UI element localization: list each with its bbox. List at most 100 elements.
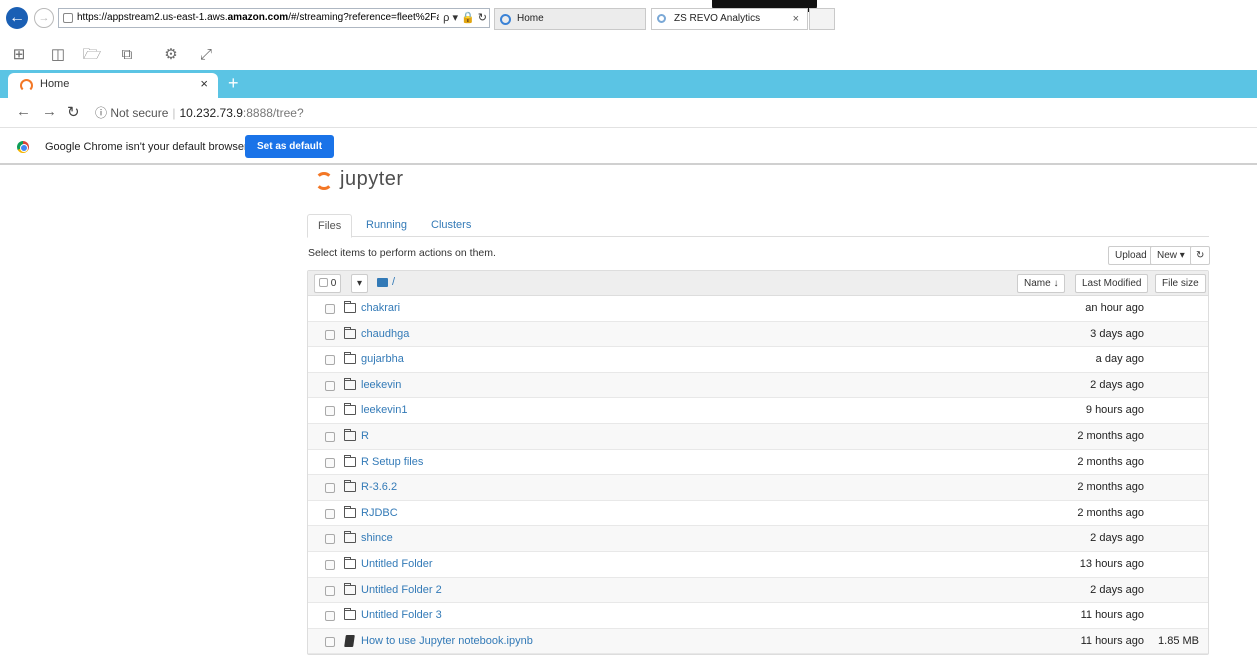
- sort-last-modified-button[interactable]: Last Modified: [1075, 274, 1149, 293]
- forward-arrow-icon[interactable]: →: [42, 103, 57, 120]
- not-secure-label: Not secure: [110, 106, 169, 120]
- row-checkbox[interactable]: [325, 636, 335, 647]
- reload-icon[interactable]: ↻: [67, 103, 80, 121]
- ie-logo-icon: [500, 14, 511, 25]
- windows-icon[interactable]: ◫: [47, 44, 69, 66]
- item-name-link[interactable]: chaudhga: [361, 328, 409, 340]
- table-row[interactable]: leekevin1 9 hours ago: [308, 398, 1208, 424]
- tab-files[interactable]: Files: [307, 214, 353, 238]
- table-row[interactable]: gujarbha a day ago: [308, 347, 1208, 373]
- item-last-modified: 2 days ago: [1090, 378, 1144, 391]
- ie-tab-label: Home: [517, 13, 544, 24]
- sort-file-size-button[interactable]: File size: [1155, 274, 1206, 293]
- upload-button[interactable]: Upload: [1108, 246, 1154, 265]
- table-row[interactable]: Untitled Folder 13 hours ago: [308, 552, 1208, 578]
- item-last-modified: 3 days ago: [1090, 327, 1144, 340]
- default-browser-infobar: Google Chrome isn't your default browser…: [0, 128, 1257, 165]
- back-arrow-icon[interactable]: ←: [6, 7, 28, 29]
- row-checkbox[interactable]: [325, 611, 335, 622]
- row-checkbox[interactable]: [325, 304, 335, 314]
- row-checkbox[interactable]: [325, 329, 335, 340]
- table-row[interactable]: Untitled Folder 3 11 hours ago: [308, 603, 1208, 629]
- table-row[interactable]: chaudhga 3 days ago: [308, 321, 1208, 348]
- item-name-link[interactable]: RJDBC: [361, 507, 398, 519]
- separator: |: [172, 106, 176, 120]
- item-last-modified: a day ago: [1095, 353, 1144, 366]
- set-default-button[interactable]: Set as default: [245, 135, 335, 158]
- fullscreen-icon[interactable]: ⤢: [195, 44, 217, 66]
- page-icon: [63, 13, 73, 23]
- folder-icon[interactable]: 🗁: [81, 44, 103, 66]
- folder-icon: [344, 556, 356, 569]
- close-icon[interactable]: ×: [200, 76, 208, 91]
- breadcrumb-root[interactable]: /: [392, 276, 395, 288]
- select-all-checkbox[interactable]: 0: [314, 274, 342, 293]
- tab-running[interactable]: Running: [356, 214, 417, 237]
- apps-grid-icon[interactable]: ⊞: [8, 44, 30, 66]
- item-name-link[interactable]: chakrari: [361, 302, 400, 314]
- item-name-link[interactable]: R-3.6.2: [361, 481, 397, 493]
- new-dropdown-button[interactable]: New ▾: [1150, 246, 1192, 265]
- omnibox[interactable]: ⓘ Not secure | 10.232.73.9:8888/tree?: [95, 104, 304, 121]
- folder-solid-icon[interactable]: [377, 278, 388, 287]
- row-checkbox[interactable]: [325, 457, 335, 468]
- item-name-link[interactable]: R Setup files: [361, 456, 423, 468]
- item-name-link[interactable]: shince: [361, 532, 393, 544]
- ie-new-tab-button[interactable]: [809, 8, 835, 30]
- selection-dropdown-button[interactable]: ▾: [351, 274, 369, 293]
- row-checkbox[interactable]: [325, 483, 335, 494]
- item-last-modified: 9 hours ago: [1085, 404, 1144, 417]
- item-name-link[interactable]: leekevin: [361, 379, 401, 391]
- back-arrow-icon[interactable]: ←: [16, 103, 31, 120]
- chrome-tab-strip: Home × +: [0, 70, 1257, 98]
- url-path: :8888/tree?: [242, 106, 304, 120]
- sort-name-button[interactable]: Name ↓: [1017, 274, 1066, 293]
- row-checkbox[interactable]: [325, 380, 335, 391]
- item-name-link[interactable]: R: [361, 430, 369, 442]
- table-row[interactable]: shince 2 days ago: [308, 526, 1208, 552]
- address-tools-icons[interactable]: ρ ▾ 🔒 ↻: [439, 9, 487, 27]
- table-row[interactable]: chakrari an hour ago: [308, 296, 1208, 322]
- table-row[interactable]: R Setup files 2 months ago: [308, 450, 1208, 476]
- selected-count: 0: [330, 278, 337, 289]
- new-tab-button[interactable]: +: [228, 73, 239, 93]
- ie-tab-home[interactable]: Home: [494, 8, 646, 30]
- ie-tab-zs-revo[interactable]: ZS REVO Analytics ×: [651, 8, 808, 30]
- settings-gear-icon[interactable]: ⚙: [160, 44, 182, 66]
- info-icon[interactable]: ⓘ: [95, 106, 110, 120]
- folder-icon: [344, 582, 356, 595]
- row-checkbox[interactable]: [325, 431, 335, 442]
- ie-toolbar: ← → https://appstream2.us-east-1.aws.ama…: [0, 0, 1257, 40]
- tab-clusters[interactable]: Clusters: [421, 214, 481, 237]
- jupyter-logo-icon: [315, 172, 333, 190]
- close-icon[interactable]: ×: [793, 9, 799, 29]
- folder-icon: [344, 428, 356, 441]
- item-name-link[interactable]: Untitled Folder: [361, 558, 433, 570]
- chrome-toolbar: ← → ↻ ⓘ Not secure | 10.232.73.9:8888/tree…: [0, 98, 1257, 128]
- folder-icon: [344, 480, 356, 493]
- row-checkbox[interactable]: [325, 559, 335, 570]
- row-checkbox[interactable]: [325, 355, 335, 366]
- ie-address-bar[interactable]: https://appstream2.us-east-1.aws.amazon.…: [58, 8, 490, 28]
- refresh-button[interactable]: ↻: [1190, 246, 1211, 265]
- row-checkbox[interactable]: [325, 406, 335, 417]
- table-row[interactable]: leekevin 2 days ago: [308, 372, 1208, 399]
- row-checkbox[interactable]: [325, 508, 335, 519]
- table-row[interactable]: Untitled Folder 2 2 days ago: [308, 577, 1208, 604]
- item-last-modified: 13 hours ago: [1079, 557, 1144, 570]
- chrome-tab-home[interactable]: Home ×: [8, 73, 218, 98]
- table-row[interactable]: R-3.6.2 2 months ago: [308, 475, 1208, 501]
- item-name-link[interactable]: leekevin1: [361, 404, 407, 416]
- clipboard-icon[interactable]: ⧉: [116, 44, 138, 66]
- forward-arrow-icon[interactable]: →: [34, 8, 54, 28]
- table-row[interactable]: RJDBC 2 months ago: [308, 501, 1208, 527]
- row-checkbox[interactable]: [325, 534, 335, 545]
- item-name-link[interactable]: gujarbha: [361, 353, 404, 365]
- table-row[interactable]: R 2 months ago: [308, 423, 1208, 450]
- item-name-link[interactable]: Untitled Folder 2: [361, 584, 442, 596]
- row-checkbox[interactable]: [325, 585, 335, 596]
- folder-icon: [344, 352, 356, 365]
- table-row[interactable]: How to use Jupyter notebook.ipynb 11 hour…: [308, 628, 1208, 655]
- item-name-link[interactable]: Untitled Folder 3: [361, 609, 442, 621]
- item-last-modified: an hour ago: [1085, 302, 1144, 314]
